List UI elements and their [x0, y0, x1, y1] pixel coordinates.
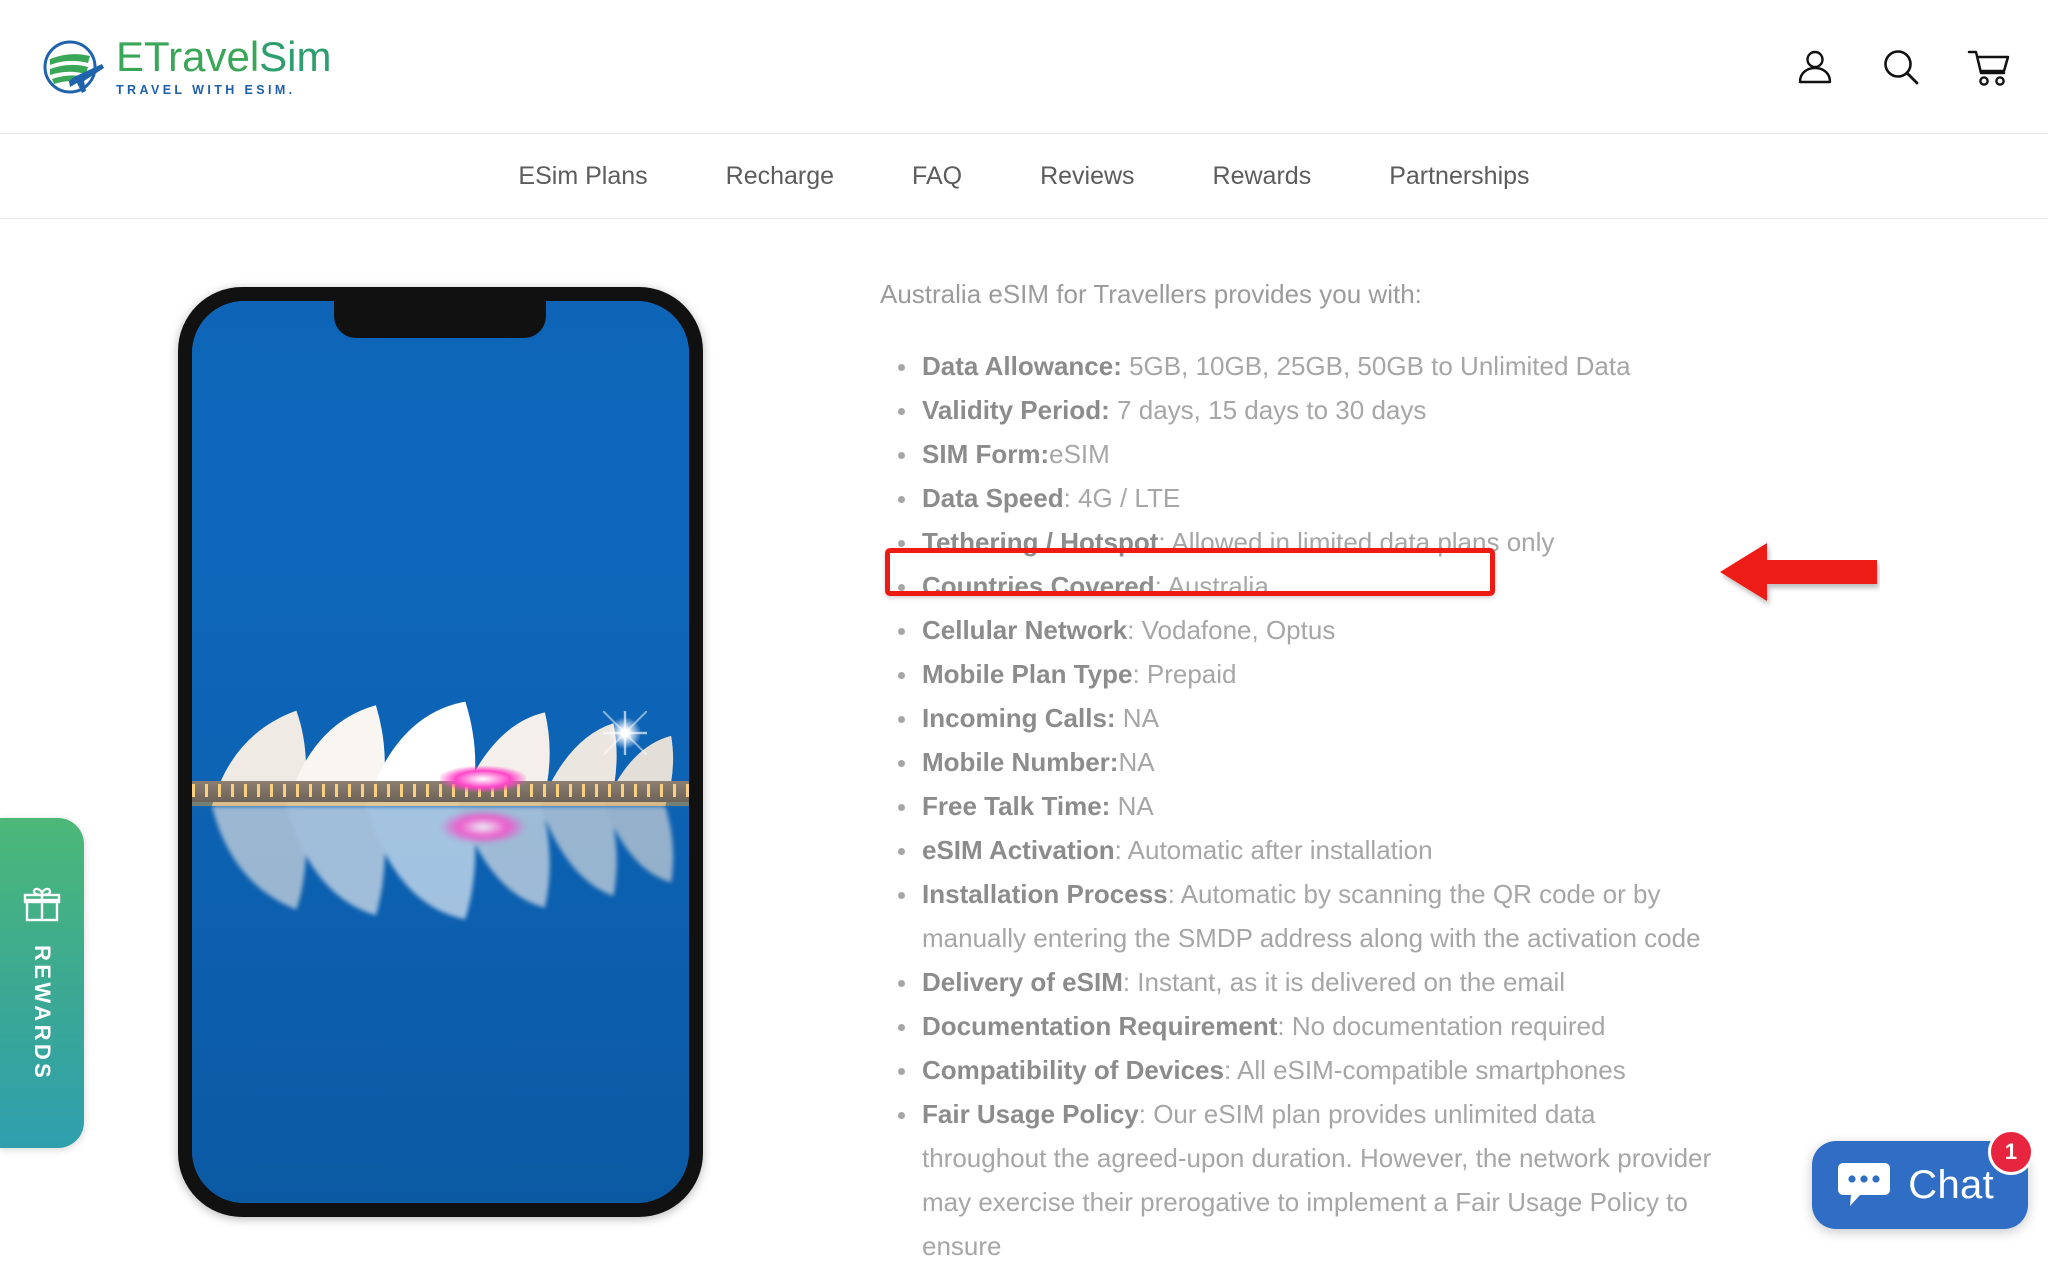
account-icon[interactable] — [1794, 46, 1836, 88]
chat-unread-badge: 1 — [1988, 1129, 2034, 1175]
spec-value: : Instant, as it is delivered on the ema… — [1122, 967, 1566, 997]
header-icon-group — [1794, 46, 2016, 88]
spec-label: Documentation Requirement — [922, 1011, 1278, 1041]
list-item: eSIM Activation: Automatic after install… — [880, 828, 1718, 872]
product-image — [191, 301, 689, 1203]
main-content: Australia eSIM for Travellers provides y… — [0, 219, 2048, 1268]
spec-value: : All eSIM-compatible smartphones — [1223, 1055, 1626, 1085]
spec-label: Data Allowance: — [922, 351, 1122, 381]
spec-value: eSIM — [1049, 439, 1110, 469]
spec-value: : Prepaid — [1132, 659, 1237, 689]
spec-value: NA — [1110, 791, 1154, 821]
spec-value: : Vodafone, Optus — [1127, 615, 1336, 645]
list-item: Incoming Calls: NA — [880, 696, 1718, 740]
spec-value: 7 days, 15 days to 30 days — [1109, 395, 1427, 425]
spec-label: eSIM Activation — [922, 835, 1115, 865]
list-item: Delivery of eSIM: Instant, as it is deli… — [880, 960, 1718, 1004]
nav-item-faq[interactable]: FAQ — [873, 162, 1001, 191]
nav-item-rewards[interactable]: Rewards — [1174, 162, 1351, 191]
chat-widget[interactable]: Chat 1 — [1812, 1129, 2034, 1229]
chat-bubble-icon — [1838, 1157, 1891, 1214]
magenta-light-reflection — [440, 809, 526, 844]
logo-text: ETravelSim TRAVEL WITH ESIM. — [116, 36, 332, 97]
spec-label: Data Speed — [922, 483, 1064, 513]
nav-item-partnerships[interactable]: Partnerships — [1350, 162, 1568, 191]
list-item: Fair Usage Policy: Our eSIM plan provide… — [880, 1092, 1718, 1268]
logo-name-part2: Travel — [144, 33, 260, 81]
spec-label: Validity Period: — [922, 395, 1110, 425]
lens-flare-star — [602, 710, 647, 755]
list-item: Compatibility of Devices: All eSIM-compa… — [880, 1048, 1718, 1092]
spec-label: SIM Form: — [922, 439, 1050, 469]
rewards-tab-label: REWARDS — [30, 945, 55, 1082]
product-media-column — [0, 219, 880, 1268]
list-item: Mobile Plan Type: Prepaid — [880, 652, 1718, 696]
list-item: Documentation Requirement: No documentat… — [880, 1004, 1718, 1048]
magenta-light-glow — [440, 766, 526, 793]
list-item: Data Speed: 4G / LTE — [880, 476, 1718, 520]
spec-label: Tethering / Hotspot — [922, 527, 1159, 557]
smartphone-mockup[interactable] — [177, 287, 703, 1217]
list-item: Free Talk Time: NA — [880, 784, 1718, 828]
spec-value: : Australia — [1154, 571, 1269, 601]
site-header: ETravelSim TRAVEL WITH ESIM. — [0, 0, 2048, 134]
nav-item-esim-plans[interactable]: ESim Plans — [479, 162, 686, 191]
spec-label: Countries Covered — [922, 571, 1155, 601]
spec-value: NA — [1115, 703, 1159, 733]
product-spec-column: Australia eSIM for Travellers provides y… — [880, 219, 2048, 1268]
spec-value: : Automatic after installation — [1114, 835, 1433, 865]
list-item-tethering-hotspot: Tethering / Hotspot: Allowed in limited … — [880, 520, 1718, 564]
site-logo[interactable]: ETravelSim TRAVEL WITH ESIM. — [38, 31, 332, 103]
rewards-tab[interactable]: REWARDS — [0, 818, 84, 1148]
logo-tagline: TRAVEL WITH ESIM. — [116, 83, 296, 98]
spec-value: : 4G / LTE — [1063, 483, 1181, 513]
cart-icon[interactable] — [1966, 46, 2010, 88]
spec-label: Delivery of eSIM — [922, 967, 1123, 997]
spec-label: Cellular Network — [922, 615, 1128, 645]
spec-value: : Allowed in limited data plans only — [1158, 527, 1555, 557]
spec-list: Data Allowance: 5GB, 10GB, 25GB, 50GB to… — [880, 344, 1718, 1268]
list-item: Mobile Number:NA — [880, 740, 1718, 784]
spec-value: 5GB, 10GB, 25GB, 50GB to Unlimited Data — [1121, 351, 1631, 381]
globe-plane-icon — [38, 31, 110, 103]
phone-notch — [334, 301, 546, 338]
list-item: SIM Form:eSIM — [880, 432, 1718, 476]
spec-label: Installation Process — [922, 879, 1168, 909]
chat-button-label: Chat — [1908, 1162, 1994, 1207]
spec-label: Free Talk Time: — [922, 791, 1111, 821]
search-icon[interactable] — [1880, 46, 1922, 88]
list-item: Cellular Network: Vodafone, Optus — [880, 608, 1718, 652]
nav-item-recharge[interactable]: Recharge — [687, 162, 873, 191]
spec-intro-text: Australia eSIM for Travellers provides y… — [880, 279, 1422, 309]
logo-name-part3: Sim — [259, 33, 332, 81]
list-item: Validity Period: 7 days, 15 days to 30 d… — [880, 388, 1718, 432]
list-item: Installation Process: Automatic by scann… — [880, 872, 1718, 960]
logo-name-part1: E — [116, 33, 145, 81]
list-item: Data Allowance: 5GB, 10GB, 25GB, 50GB to… — [880, 344, 1718, 388]
list-item: Countries Covered: Australia — [880, 564, 1718, 608]
spec-label: Mobile Plan Type — [922, 659, 1133, 689]
spec-label: Fair Usage Policy — [922, 1099, 1139, 1129]
spec-value: : No documentation required — [1277, 1011, 1606, 1041]
spec-label: Incoming Calls: — [922, 703, 1116, 733]
main-navigation: ESim Plans Recharge FAQ Reviews Rewards … — [0, 134, 2048, 219]
nav-item-reviews[interactable]: Reviews — [1001, 162, 1173, 191]
spec-label: Compatibility of Devices — [922, 1055, 1224, 1085]
spec-label: Mobile Number: — [922, 747, 1119, 777]
gift-icon — [22, 884, 62, 929]
spec-value: NA — [1118, 747, 1155, 777]
